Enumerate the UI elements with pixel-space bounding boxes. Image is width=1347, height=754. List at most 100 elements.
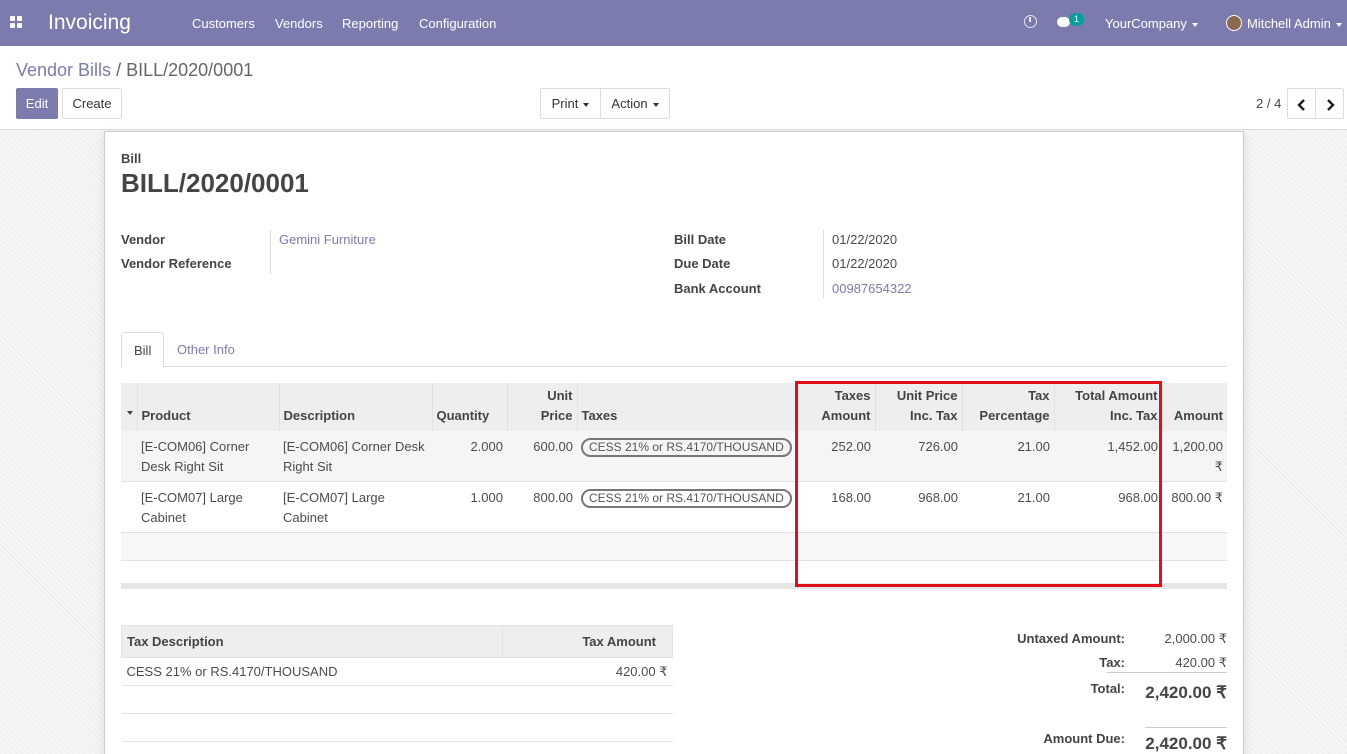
field-divider (823, 230, 824, 298)
vendor-reference-label: Vendor Reference (121, 256, 232, 271)
header-line: Unit (547, 388, 573, 403)
top-navbar: Invoicing Customers Vendors Reporting Co… (0, 0, 1347, 46)
text-line: Cabinet (283, 510, 328, 525)
breadcrumb-current: BILL/2020/0001 (126, 60, 254, 80)
text-line: Right Sit (283, 459, 333, 474)
column-product[interactable]: Product (137, 383, 280, 431)
bank-account-field[interactable]: 00987654322 (832, 281, 912, 296)
company-switcher[interactable]: YourCompany (1105, 16, 1198, 31)
tax-value: 420.00 ₹ (1175, 655, 1227, 670)
total-value: 2,420.00 ₹ (1107, 672, 1227, 703)
line-quantity[interactable]: 2.000 (432, 431, 507, 482)
untaxed-amount-label: Untaxed Amount: (1017, 631, 1125, 646)
form-tabs: Bill Other Info (121, 332, 1227, 368)
tax-description: CESS 21% or RS.4170/THOUSAND (121, 657, 503, 686)
chevron-down-icon (583, 102, 590, 107)
table-row: CESS 21% or RS.4170/THOUSAND 420.00 ₹ (121, 657, 673, 686)
user-name: Mitchell Admin (1247, 16, 1331, 31)
column-quantity[interactable]: Quantity (432, 383, 508, 431)
bill-date-label: Bill Date (674, 232, 727, 247)
pager-previous-button[interactable] (1287, 88, 1316, 119)
line-amount: 1,200.00 ₹ (1162, 431, 1227, 482)
sort-column-header[interactable] (121, 383, 138, 431)
table-header-row: Tax Description Tax Amount (120, 625, 673, 658)
chevron-right-icon (1326, 98, 1335, 111)
menu-reporting[interactable]: Reporting (342, 16, 398, 31)
due-date-label: Due Date (674, 256, 731, 271)
line-amount: 800.00 ₹ (1162, 481, 1227, 533)
message-count-badge: 1 (1069, 13, 1085, 26)
tab-bill[interactable]: Bill (121, 332, 165, 368)
vendor-label: Vendor (121, 232, 166, 247)
empty-row (121, 685, 673, 714)
text-line: [E-COM07] Large (141, 490, 243, 505)
chevron-down-icon (1191, 22, 1198, 27)
chevron-left-icon (1296, 98, 1305, 111)
empty-row (121, 713, 673, 742)
text-line: [E-COM06] Corner (141, 439, 250, 454)
text-line: [E-COM06] Corner Desk (283, 439, 425, 454)
text-line: Cabinet (141, 510, 186, 525)
tax-tag[interactable]: CESS 21% or RS.4170/THOUSAND (581, 489, 792, 508)
line-taxes[interactable]: CESS 21% or RS.4170/THOUSAND (577, 481, 797, 533)
line-product[interactable]: [E-COM07] Large Cabinet (137, 481, 279, 533)
menu-customers[interactable]: Customers (192, 16, 255, 31)
column-taxes[interactable]: Taxes (577, 383, 798, 431)
control-panel: Vendor Bills / BILL/2020/0001 Edit Creat… (0, 46, 1347, 130)
edit-button[interactable]: Edit (16, 88, 58, 119)
breadcrumb: Vendor Bills / BILL/2020/0001 (16, 60, 253, 81)
action-label: Action (611, 96, 648, 111)
line-quantity[interactable]: 1.000 (432, 481, 507, 533)
line-description[interactable]: [E-COM06] Corner Desk Right Sit (279, 431, 432, 482)
breadcrumb-separator: / (116, 60, 122, 80)
line-unit-price[interactable]: 800.00 (507, 481, 577, 533)
column-tax-amount: Tax Amount (502, 625, 673, 658)
activity-clock-icon[interactable] (1024, 15, 1037, 28)
text-line: [E-COM07] Large (283, 490, 385, 505)
tab-other-info[interactable]: Other Info (165, 332, 247, 368)
due-date-field[interactable]: 01/22/2020 (832, 256, 897, 271)
highlight-annotation-box (795, 381, 1162, 587)
user-avatar[interactable] (1226, 15, 1242, 31)
company-name: YourCompany (1105, 16, 1187, 31)
chevron-down-icon (127, 410, 134, 415)
print-label: Print (551, 96, 579, 111)
bill-number-title: BILL/2020/0001 (121, 168, 309, 198)
pager-value[interactable]: 2 / 4 (1256, 96, 1281, 111)
column-tax-description: Tax Description (120, 625, 504, 658)
tax-tag[interactable]: CESS 21% or RS.4170/THOUSAND (581, 438, 792, 457)
menu-vendors[interactable]: Vendors (275, 16, 323, 31)
amount-due-label: Amount Due: (1043, 731, 1125, 746)
field-divider (270, 230, 271, 274)
breadcrumb-vendor-bills[interactable]: Vendor Bills (16, 60, 111, 80)
apps-menu-icon[interactable] (10, 16, 22, 28)
chevron-down-icon (652, 102, 659, 107)
column-amount[interactable]: Amount (1162, 383, 1227, 431)
amount-due-value: 2,420.00 ₹ (1145, 727, 1227, 754)
create-button[interactable]: Create (62, 88, 122, 119)
pager-next-button[interactable] (1315, 88, 1344, 119)
line-description[interactable]: [E-COM07] Large Cabinet (279, 481, 432, 533)
row-handle (121, 481, 137, 533)
column-description[interactable]: Description (279, 383, 433, 431)
total-label: Total: (1090, 681, 1125, 696)
column-unit-price[interactable]: Unit Price (507, 383, 578, 431)
vendor-field[interactable]: Gemini Furniture (279, 232, 376, 247)
text-line: Desk Right Sit (141, 459, 224, 474)
untaxed-amount-value: 2,000.00 ₹ (1164, 631, 1228, 646)
app-title: Invoicing (48, 11, 131, 34)
line-taxes[interactable]: CESS 21% or RS.4170/THOUSAND (577, 431, 797, 482)
user-menu[interactable]: Mitchell Admin (1247, 16, 1342, 31)
bill-date-field[interactable]: 01/22/2020 (832, 232, 897, 247)
bill-type-label: Bill (121, 151, 142, 166)
tax-label: Tax: (1099, 655, 1125, 670)
chevron-down-icon (1335, 22, 1342, 27)
menu-configuration[interactable]: Configuration (419, 16, 496, 31)
action-dropdown[interactable]: Action (600, 88, 670, 119)
header-line: Price (540, 408, 573, 423)
vendor-reference-field[interactable] (279, 256, 479, 272)
line-product[interactable]: [E-COM06] Corner Desk Right Sit (137, 431, 279, 482)
row-handle (121, 431, 137, 482)
line-unit-price[interactable]: 600.00 (507, 431, 577, 482)
print-dropdown[interactable]: Print (540, 88, 601, 119)
